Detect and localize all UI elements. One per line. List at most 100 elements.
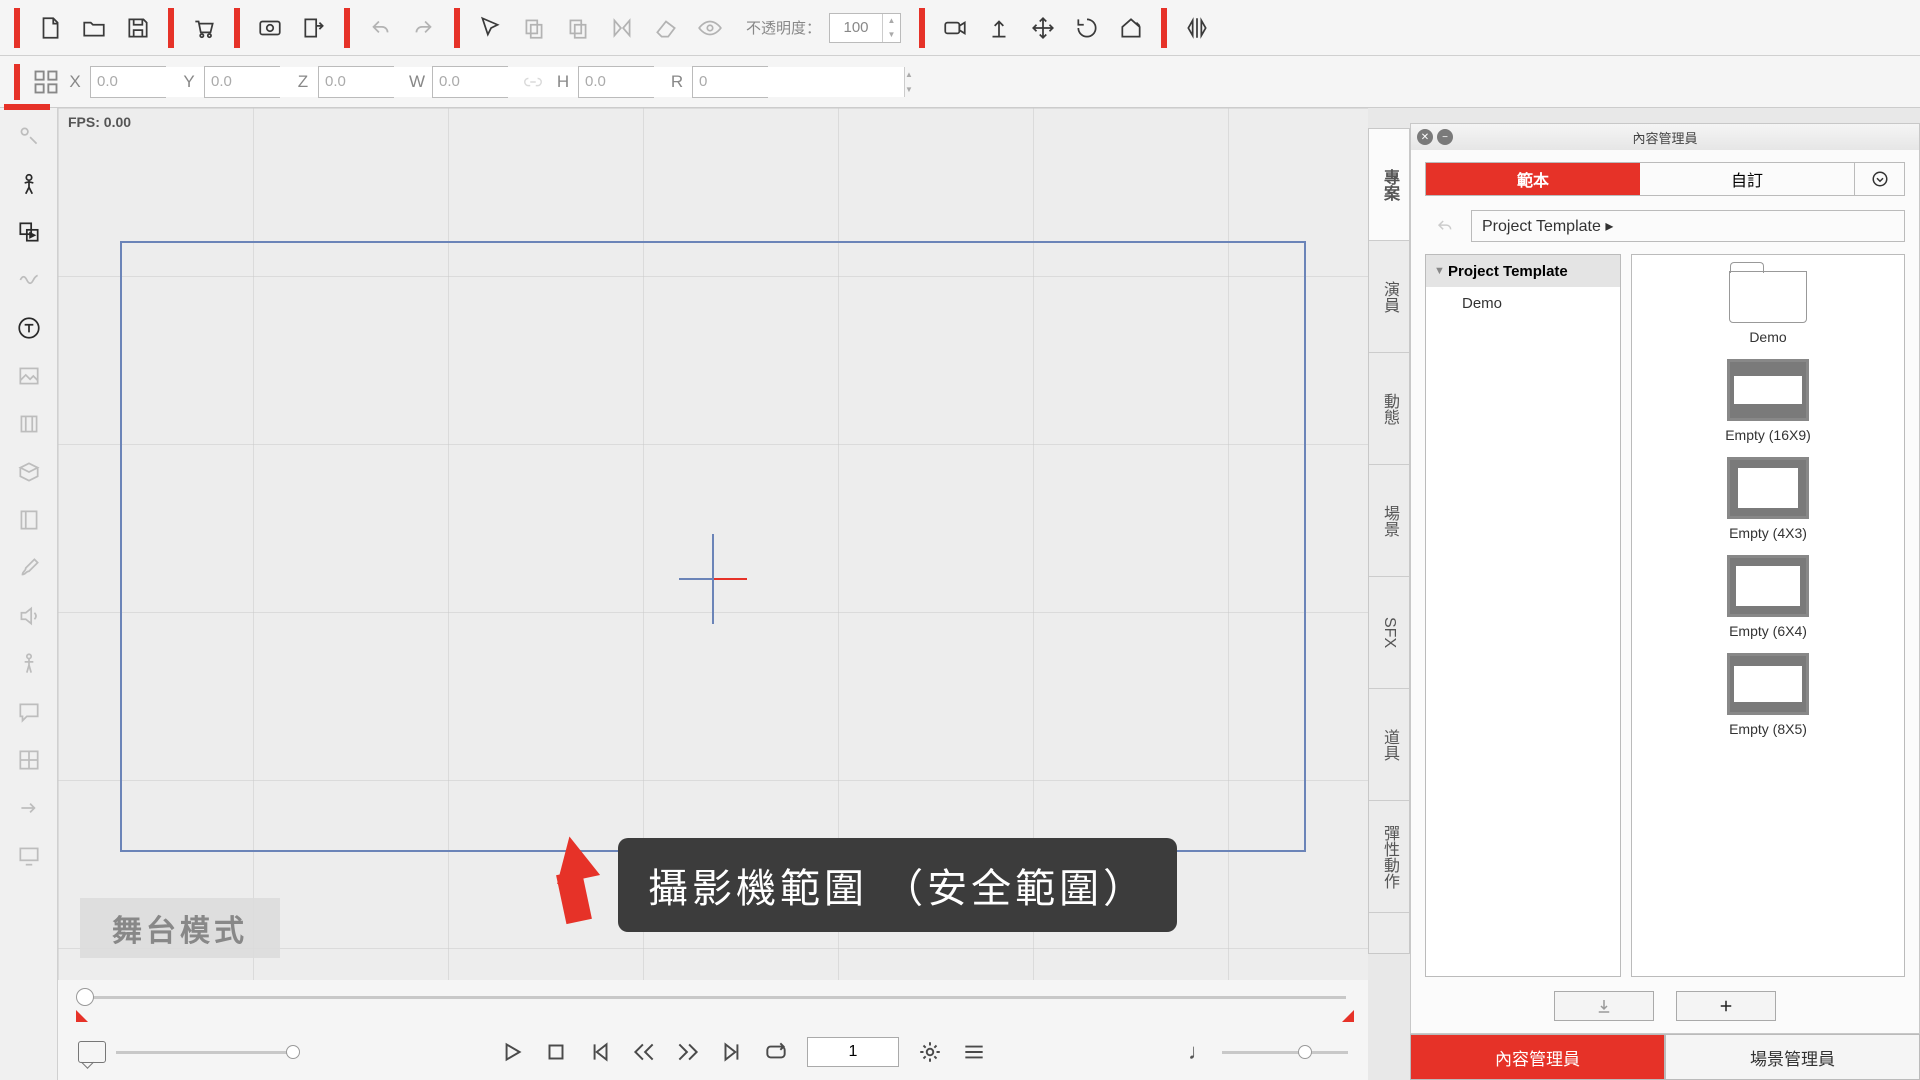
select-tool-button[interactable] [468,6,512,50]
footer-tabs: 內容管理員 場景管理員 [1410,1034,1920,1080]
visibility-button [688,6,732,50]
volume-slider[interactable] [1222,1051,1348,1054]
settings-button[interactable] [917,1039,943,1065]
coord-r-input[interactable] [693,67,904,97]
thumb-6x4[interactable]: Empty (6X4) [1727,555,1809,639]
wave-icon [9,260,49,300]
thumb-demo[interactable]: Demo [1729,271,1807,345]
first-frame-button[interactable] [587,1039,613,1065]
chat-bubble-icon[interactable] [78,1041,106,1063]
redo-button[interactable] [402,6,446,50]
tab-sfx[interactable]: SFX [1369,577,1409,689]
stop-button[interactable] [543,1039,569,1065]
breadcrumb-back-icon[interactable] [1425,211,1463,241]
range-end-marker[interactable] [1342,1010,1354,1022]
grid-icon[interactable] [32,68,60,96]
thumb-label: Empty (4X3) [1729,525,1807,541]
loop-button[interactable] [763,1039,789,1065]
tree-root-item[interactable]: ▼Project Template [1426,255,1620,287]
thumb-4x3[interactable]: Empty (4X3) [1727,457,1809,541]
range-start-marker[interactable] [76,1010,88,1022]
tab-template[interactable]: 範本 [1426,163,1640,195]
toolbar-separator [14,8,20,48]
playback-controls: ♩ [58,1024,1368,1080]
list-button[interactable] [961,1039,987,1065]
scrub-handle[interactable] [76,988,94,1006]
coord-y-field: Y▲▼ [180,66,280,98]
brush-icon [9,548,49,588]
tab-props[interactable]: 道具 [1369,689,1409,801]
opacity-stepper[interactable]: ▲▼ [882,14,900,42]
stage-viewport[interactable]: FPS: 0.00 舞台模式 攝影機範圍 （安全範圍） [58,108,1368,980]
left-toolbar [0,108,58,1080]
scrub-track[interactable] [80,996,1346,999]
folder-tree: ▼Project Template Demo [1425,254,1621,977]
toolbar-separator [454,8,460,48]
minimize-panel-icon[interactable]: − [1437,129,1453,145]
frame-number[interactable] [808,1038,898,1066]
tab-more-button[interactable] [1854,163,1904,195]
coord-w-field: W▲▼ [408,66,508,98]
media-icon[interactable] [9,212,49,252]
cart-button[interactable] [182,6,226,50]
breadcrumb-path[interactable]: Project Template ▸ [1471,210,1905,242]
export-button[interactable] [292,6,336,50]
coord-x-field: X▲▼ [66,66,166,98]
prev-frame-button[interactable] [631,1039,657,1065]
add-button[interactable] [1676,991,1776,1021]
frame-input[interactable] [807,1037,899,1067]
coordinate-bar: X▲▼ Y▲▼ Z▲▼ W▲▼ H▲▼ R▲▼ [0,56,1920,108]
mirror-button[interactable] [1175,6,1219,50]
thumbnail-list: Demo Empty (16X9) Empty (4X3) Empty (6X4… [1631,254,1905,977]
content-manager-panel: ✕ − 內容管理員 範本 自訂 Project Template ▸ ▼Proj… [1410,123,1920,1034]
speaker-icon [9,596,49,636]
play-button[interactable] [499,1039,525,1065]
thumb-16x9[interactable]: Empty (16X9) [1725,359,1811,443]
tab-custom[interactable]: 自訂 [1640,163,1854,195]
thumb-label: Empty (8X5) [1729,721,1807,737]
character-icon[interactable] [9,164,49,204]
mode-badge: 舞台模式 [80,898,280,958]
download-button[interactable] [1554,991,1654,1021]
timeline-scrubber[interactable] [58,980,1368,1024]
erase-button [644,6,688,50]
paste-button [556,6,600,50]
footer-tab-content[interactable]: 內容管理員 [1410,1034,1665,1080]
tab-motion[interactable]: 動態 [1369,353,1409,465]
arrow-icon [9,788,49,828]
tab-scene[interactable]: 場景 [1369,465,1409,577]
tree-child-item[interactable]: Demo [1426,287,1620,319]
text-tool-icon[interactable] [9,308,49,348]
close-panel-icon[interactable]: ✕ [1417,129,1433,145]
undo-button[interactable] [358,6,402,50]
next-frame-button[interactable] [675,1039,701,1065]
toolbar-separator [344,8,350,48]
thumb-8x5[interactable]: Empty (8X5) [1727,653,1809,737]
tab-spring[interactable]: 彈性動作 [1369,801,1409,913]
opacity-input[interactable]: ▲▼ [829,13,901,43]
image-icon [9,356,49,396]
right-vertical-tabs: 專案 演員 動態 場景 SFX 道具 彈性動作 [1368,128,1410,954]
callout-text: 攝影機範圍 （安全範圍） [618,838,1177,932]
open-file-button[interactable] [72,6,116,50]
move-button[interactable] [1021,6,1065,50]
copy-button [512,6,556,50]
home-button[interactable] [1109,6,1153,50]
render-button[interactable] [248,6,292,50]
link-icon[interactable] [522,71,544,93]
rotate-button[interactable] [1065,6,1109,50]
panel-tab-row: 範本 自訂 [1425,162,1905,196]
last-frame-button[interactable] [719,1039,745,1065]
new-file-button[interactable] [28,6,72,50]
camera-button[interactable] [933,6,977,50]
tab-project[interactable]: 專案 [1369,129,1409,241]
thumb-label: Empty (16X9) [1725,427,1811,443]
pose-icon [9,644,49,684]
panel-title: 內容管理員 [1632,128,1697,147]
tab-actor[interactable]: 演員 [1369,241,1409,353]
footer-tab-scene[interactable]: 場景管理員 [1665,1034,1920,1080]
up-axis-button[interactable] [977,6,1021,50]
opacity-value[interactable] [830,19,882,36]
zoom-slider[interactable] [116,1051,298,1054]
save-file-button[interactable] [116,6,160,50]
